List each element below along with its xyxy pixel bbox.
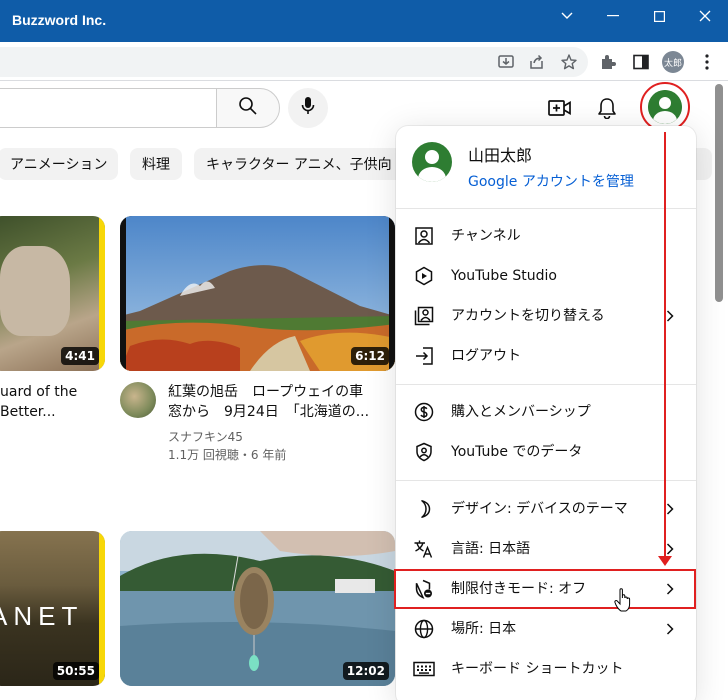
close-button[interactable] bbox=[682, 0, 728, 32]
thumbnail-overlay-text: ANET bbox=[0, 601, 84, 631]
create-video-icon[interactable] bbox=[548, 96, 572, 120]
video-duration: 6:12 bbox=[351, 347, 389, 365]
window-title: Buzzword Inc. bbox=[12, 12, 107, 28]
menu-item-label: デザイン: デバイスのテーマ bbox=[451, 501, 628, 517]
menu-item-language[interactable]: 言語: 日本語 bbox=[396, 529, 696, 569]
browser-profile-avatar[interactable]: 太郎 bbox=[662, 51, 684, 73]
menu-item-studio[interactable]: YouTube Studio bbox=[396, 256, 696, 296]
thumbnail-edge bbox=[99, 531, 105, 686]
bookmark-star-icon[interactable] bbox=[559, 52, 579, 72]
video-title-line: 窓から 9月24日 「北海道の... bbox=[168, 404, 370, 420]
chip-animation[interactable]: アニメーション bbox=[0, 148, 118, 180]
menu-item-label: 購入とメンバーシップ bbox=[451, 404, 591, 420]
minimize-button[interactable] bbox=[590, 0, 636, 32]
menu-item-logout[interactable]: ログアウト bbox=[396, 336, 696, 376]
video-duration: 12:02 bbox=[342, 662, 389, 680]
annotation-highlight-box bbox=[394, 569, 696, 609]
studio-icon bbox=[412, 264, 436, 288]
moon-icon bbox=[412, 497, 436, 521]
channel-icon bbox=[412, 224, 436, 248]
maximize-button[interactable] bbox=[636, 0, 682, 32]
tab-search-chevron-icon[interactable] bbox=[544, 0, 590, 32]
video-duration: 50:55 bbox=[52, 662, 99, 680]
page-scrollbar-thumb[interactable] bbox=[715, 84, 723, 302]
microphone-icon bbox=[301, 96, 315, 120]
profile-label: 太郎 bbox=[663, 58, 682, 69]
thumbnail-edge bbox=[99, 216, 105, 371]
annotation-arrow-head bbox=[658, 556, 672, 566]
chip-cooking[interactable]: 料理 bbox=[130, 148, 182, 180]
menu-item-switch-account[interactable]: アカウントを切り替える bbox=[396, 296, 696, 336]
search-input[interactable] bbox=[0, 88, 216, 128]
video-title-line: 紅葉の旭岳 ロープウェイの車 bbox=[168, 384, 364, 400]
shield-icon bbox=[412, 440, 436, 464]
video-title[interactable]: 紅葉の旭岳 ロープウェイの車 窓から 9月24日 「北海道の... bbox=[168, 382, 393, 422]
chevron-right-icon bbox=[660, 619, 680, 639]
browser-toolbar: 太郎 bbox=[0, 42, 728, 81]
menu-divider bbox=[396, 208, 696, 209]
voice-search-button[interactable] bbox=[288, 88, 328, 128]
video-meta: 1.1万 回視聴・6 年前 bbox=[168, 448, 287, 462]
menu-item-label: 言語: 日本語 bbox=[451, 541, 531, 557]
logout-icon bbox=[412, 344, 436, 368]
switch-account-icon bbox=[412, 304, 436, 328]
menu-item-label: YouTube でのデータ bbox=[451, 444, 583, 460]
video-thumbnail[interactable]: 6:12 bbox=[120, 216, 395, 371]
menu-item-label: ログアウト bbox=[451, 348, 521, 364]
video-thumbnail[interactable]: ANET 50:55 bbox=[0, 531, 105, 686]
menu-item-location[interactable]: 場所: 日本 bbox=[396, 609, 696, 649]
video-duration: 4:41 bbox=[61, 347, 99, 365]
search-icon bbox=[238, 96, 258, 120]
menu-item-label: アカウントを切り替える bbox=[451, 308, 605, 324]
keyboard-icon bbox=[412, 657, 436, 681]
globe-icon bbox=[412, 617, 436, 641]
menu-divider bbox=[396, 384, 696, 385]
annotation-arrow-line bbox=[664, 132, 666, 560]
video-title-line: Better... bbox=[0, 404, 56, 420]
menu-item-purchases[interactable]: 購入とメンバーシップ bbox=[396, 392, 696, 432]
account-menu: 山田太郎 Google アカウントを管理 チャンネル YouTube Studi… bbox=[396, 126, 696, 700]
hand-cursor-icon bbox=[614, 588, 632, 612]
menu-item-label: 場所: 日本 bbox=[451, 621, 517, 637]
video-title[interactable]: uard of the Better... bbox=[0, 382, 100, 422]
account-avatar bbox=[412, 142, 452, 182]
menu-item-label: チャンネル bbox=[451, 228, 521, 244]
menu-divider bbox=[396, 480, 696, 481]
extensions-icon[interactable] bbox=[598, 52, 618, 72]
window-titlebar: Buzzword Inc. bbox=[0, 0, 728, 42]
menu-item-keyboard-shortcuts[interactable]: キーボード ショートカット bbox=[396, 649, 696, 689]
avatar-icon bbox=[412, 142, 452, 182]
side-panel-icon[interactable] bbox=[631, 52, 651, 72]
channel-avatar[interactable] bbox=[120, 382, 156, 418]
channel-name[interactable]: スナフキン45 bbox=[168, 428, 243, 446]
menu-item-label: YouTube Studio bbox=[451, 268, 557, 284]
chevron-right-icon bbox=[660, 499, 680, 519]
dog-shape bbox=[0, 246, 70, 336]
menu-item-your-data[interactable]: YouTube でのデータ bbox=[396, 432, 696, 472]
chip-label: 料理 bbox=[142, 157, 170, 173]
notifications-bell-icon[interactable] bbox=[595, 96, 619, 120]
account-menu-header: 山田太郎 Google アカウントを管理 bbox=[396, 126, 696, 208]
chip-label: キャラクター アニメ、子供向 bbox=[206, 157, 392, 173]
video-thumbnail[interactable]: 4:41 bbox=[0, 216, 105, 371]
translate-icon bbox=[412, 537, 436, 561]
manage-account-link[interactable]: Google アカウントを管理 bbox=[468, 171, 634, 191]
chevron-right-icon bbox=[660, 306, 680, 326]
menu-item-label: キーボード ショートカット bbox=[451, 661, 624, 677]
search-button[interactable] bbox=[216, 88, 280, 128]
account-name: 山田太郎 bbox=[468, 146, 533, 165]
more-vert-icon[interactable] bbox=[697, 52, 717, 72]
video-thumbnail[interactable]: 12:02 bbox=[120, 531, 395, 686]
chip-label: アニメーション bbox=[10, 157, 108, 173]
menu-item-appearance[interactable]: デザイン: デバイスのテーマ bbox=[396, 489, 696, 529]
menu-item-channel[interactable]: チャンネル bbox=[396, 216, 696, 256]
dollar-icon bbox=[412, 400, 436, 424]
annotation-circle bbox=[640, 82, 690, 132]
chip-character-anime[interactable]: キャラクター アニメ、子供向 bbox=[194, 148, 404, 180]
video-title-line: uard of the bbox=[0, 384, 78, 400]
share-icon[interactable] bbox=[527, 52, 547, 72]
install-icon[interactable] bbox=[496, 52, 516, 72]
